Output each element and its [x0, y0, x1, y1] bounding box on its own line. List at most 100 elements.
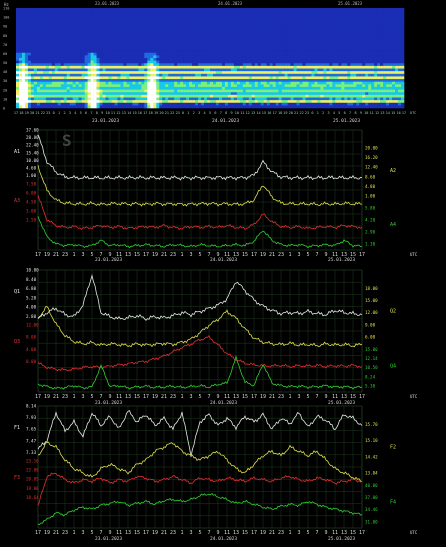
spectrogram-cell	[332, 89, 336, 93]
spectrogram-cell	[302, 34, 306, 38]
spectrogram-cell	[212, 63, 217, 67]
spectrogram-cell	[90, 55, 94, 59]
spectrogram-cell	[51, 76, 56, 80]
spectrogram-cell	[132, 79, 136, 82]
spectrogram-cell	[305, 102, 309, 106]
spectrogram-cell	[189, 23, 193, 27]
spectrogram-cell	[162, 15, 166, 19]
spectrogram-cell	[296, 50, 300, 54]
spectrogram-cell	[60, 60, 65, 64]
spectrogram-cell	[353, 81, 357, 85]
spectrogram-cell	[275, 29, 279, 32]
spectrogram-cell	[42, 34, 47, 38]
spectrogram-cell	[93, 18, 97, 22]
spectrogram-cell	[105, 92, 109, 96]
spectrogram-cell	[207, 13, 211, 17]
spectrogram-cell	[212, 55, 217, 59]
spectrogram-cell	[24, 89, 29, 93]
spectrogram-cell	[272, 21, 276, 25]
spectrogram-cell	[395, 73, 399, 77]
spectrogram-cell	[287, 18, 291, 22]
spectrogram-cell	[183, 36, 187, 40]
spectrogram-cell	[374, 47, 378, 51]
spectrogram-cell	[168, 58, 172, 61]
spectrogram-cell	[392, 86, 396, 90]
spectrogram-cell	[36, 47, 41, 51]
spectrogram-cell	[230, 18, 235, 22]
spectrogram-cell	[350, 68, 354, 72]
spectrogram-cell	[332, 76, 336, 80]
spectrogram-cell	[159, 102, 163, 106]
spectrogram-cell	[174, 63, 178, 67]
spectrogram-cell	[284, 39, 288, 43]
spectrogram-cell	[245, 18, 250, 22]
spectrogram-cell	[210, 23, 214, 27]
spectrogram-cell	[227, 34, 232, 38]
spectrogram-cell	[245, 97, 250, 101]
spectrogram-cell	[195, 79, 199, 82]
spectrogram-cell	[72, 26, 76, 30]
spectrogram-cell	[54, 21, 59, 25]
spectrogram-cell	[344, 8, 348, 11]
spectrogram-cell	[323, 105, 327, 109]
spectrogram-cell	[377, 44, 381, 48]
spectrogram-cell	[347, 52, 351, 56]
spectrogram-cell	[302, 42, 306, 46]
spectrogram-cell	[362, 34, 366, 38]
spectrogram-cell	[302, 26, 306, 30]
spectrogram-cell	[218, 52, 223, 56]
spectrogram-cell	[45, 89, 50, 93]
spectrogram-cell	[296, 97, 300, 101]
spectrogram-cell	[30, 105, 35, 109]
spectrogram-cell	[21, 89, 26, 93]
spectrogram-cell	[120, 58, 124, 61]
spectrogram-cell	[99, 65, 103, 69]
spectrogram-cell	[48, 13, 53, 17]
spectrogram-cell	[117, 89, 121, 93]
spectrogram-cell	[99, 102, 103, 106]
spectrogram-cell	[296, 47, 300, 51]
spectrogram-cell	[177, 60, 181, 64]
spectrogram-cell	[16, 52, 20, 56]
spectrogram-cell	[395, 47, 399, 51]
spectrogram-cell	[81, 73, 85, 77]
spectrogram-cell	[278, 47, 282, 51]
spectrogram-cell	[21, 100, 26, 104]
spectrogram-cell	[377, 29, 381, 32]
spectrogram-cell	[230, 71, 235, 75]
spectrogram-cell	[269, 94, 273, 98]
spectrogram-cell	[221, 50, 226, 54]
spectrogram-cell	[174, 18, 178, 22]
spectrogram-cell	[392, 65, 396, 69]
spectrogram-cell	[99, 13, 103, 17]
spectrogram-cell	[290, 63, 294, 67]
spectrogram-cell	[24, 44, 29, 48]
spectrogram-cell	[308, 13, 312, 17]
spectrogram-cell	[180, 89, 184, 93]
spectrogram-cell	[365, 102, 369, 106]
spectrogram-cell	[162, 76, 166, 80]
spectrogram-cell	[150, 94, 154, 98]
spectrogram-cell	[183, 84, 187, 88]
spectrogram-cell	[132, 94, 136, 98]
spectrogram-cell	[114, 92, 118, 96]
spectrogram-cell	[212, 97, 217, 101]
spectrogram-cell	[227, 36, 232, 40]
spectrogram-cell	[144, 21, 148, 25]
spectrogram-cell	[189, 18, 193, 22]
spectrogram-cell	[311, 102, 315, 106]
spectrogram-cell	[341, 23, 345, 27]
spectrogram-cell	[126, 29, 130, 32]
spectrogram-cell	[350, 58, 354, 61]
spectrogram-cell	[48, 31, 53, 35]
spectrogram-cell	[302, 73, 306, 77]
spectrogram-cell	[332, 13, 336, 17]
spectrogram-cell	[230, 73, 235, 77]
spectrogram-cell	[75, 105, 79, 109]
spectrogram-cell	[18, 63, 23, 67]
spectrogram-cell	[105, 23, 109, 27]
spectrogram-cell	[36, 89, 41, 93]
spectrogram-cell	[177, 34, 181, 38]
spectrogram-cell	[54, 55, 59, 59]
spectrogram-cell	[239, 34, 244, 38]
